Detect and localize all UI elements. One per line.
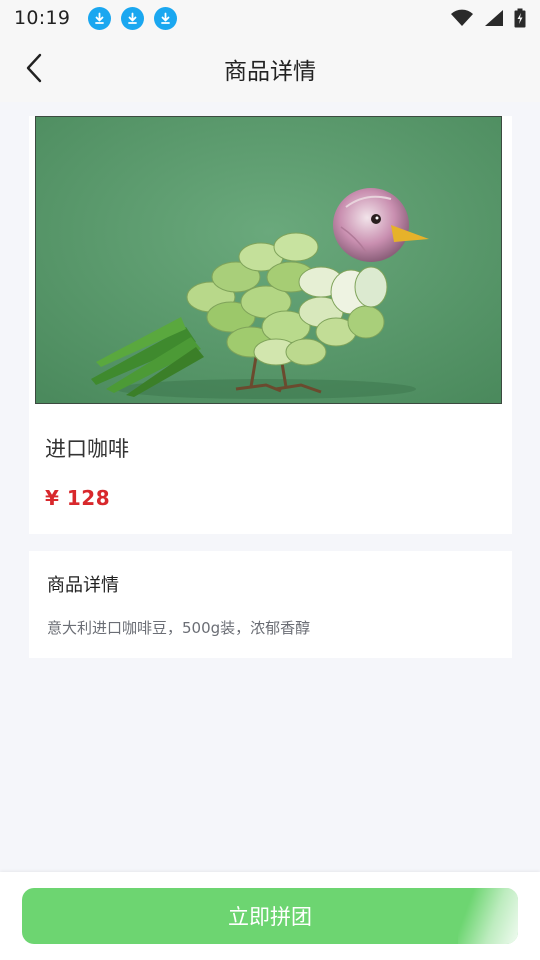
button-shine-decoration <box>458 888 518 944</box>
group-buy-button-label: 立即拼团 <box>228 905 312 929</box>
chevron-left-icon <box>26 53 42 83</box>
status-bar: 10:19 <box>0 0 540 36</box>
bird-sculpture-image <box>36 117 501 403</box>
signal-icon <box>485 10 503 26</box>
app-header: 商品详情 <box>0 36 540 102</box>
group-buy-button[interactable]: 立即拼团 <box>22 888 518 944</box>
wifi-icon <box>451 9 473 26</box>
bottom-action-bar: 立即拼团 <box>0 872 540 960</box>
product-card: 进口咖啡 ¥ 128 <box>29 116 512 534</box>
download-icon <box>154 6 178 30</box>
screen: 10:19 商品详情 进口咖啡 ¥ 128 商品详情 意大利进口咖啡豆，500g… <box>0 0 540 960</box>
status-right-icons <box>450 8 526 28</box>
page-title: 商品详情 <box>224 59 316 85</box>
product-image[interactable] <box>35 116 502 404</box>
back-button[interactable] <box>18 52 50 84</box>
battery-charging-icon <box>514 8 526 28</box>
download-icon <box>121 6 145 30</box>
product-price: ¥ 128 <box>45 486 111 510</box>
product-name: 进口咖啡 <box>45 437 129 461</box>
details-title: 商品详情 <box>47 575 119 596</box>
product-details-card: 商品详情 意大利进口咖啡豆，500g装，浓郁香醇 <box>29 551 512 658</box>
details-description: 意大利进口咖啡豆，500g装，浓郁香醇 <box>47 619 311 637</box>
status-time: 10:19 <box>14 7 71 29</box>
download-icon <box>88 6 112 30</box>
